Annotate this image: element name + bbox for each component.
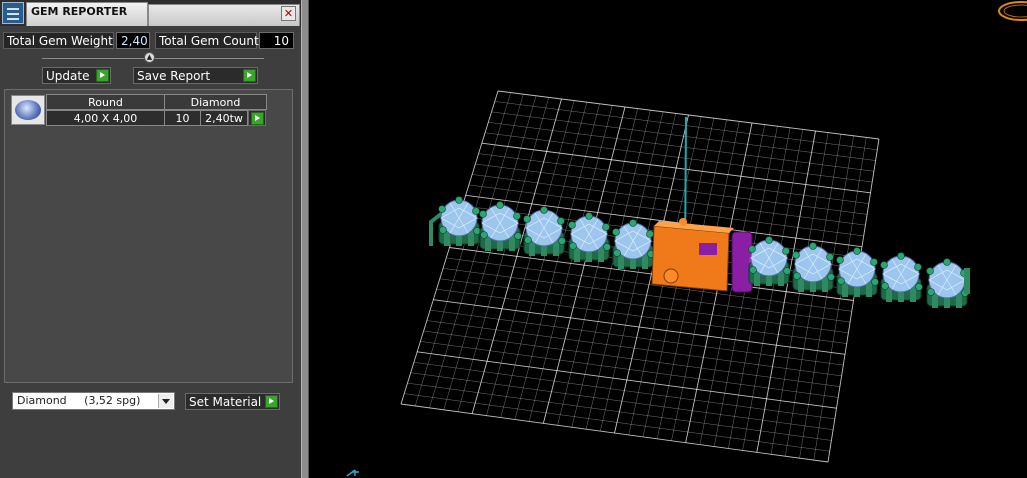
gem-count-cell: 10: [164, 110, 201, 126]
prong-bead: [871, 278, 879, 286]
viewport-scene: [346, 1, 1027, 477]
prong-bead: [557, 217, 565, 225]
prong-bead: [473, 227, 481, 235]
prong-bead: [827, 273, 835, 281]
prong-bead: [603, 243, 611, 251]
clasp-button: [699, 243, 717, 255]
prong-bead: [792, 251, 800, 259]
prong-bead: [826, 253, 834, 261]
prong-bead: [837, 277, 845, 285]
green-play-icon: [243, 69, 256, 82]
prong-bead: [455, 196, 463, 204]
prong-bead: [836, 256, 844, 264]
gem-reporter-panel: GEM REPORTER ✕ Total Gem Weight 2,40 Tot…: [0, 0, 301, 478]
total-gem-weight-value: 2,40: [116, 32, 150, 49]
prong-bead: [783, 267, 791, 275]
prong-bead: [943, 258, 951, 266]
prong-bead: [612, 228, 620, 236]
clasp-pin: [679, 218, 687, 226]
prong-bead: [479, 210, 487, 218]
prong-bead: [540, 206, 548, 214]
window-title: GEM REPORTER: [31, 5, 128, 18]
title-tab: GEM REPORTER: [26, 2, 148, 26]
save-report-button-label: Save Report: [137, 69, 211, 83]
gem-size-cell: 4,00 X 4,00: [46, 110, 165, 126]
axis-gizmo-icon: [346, 469, 359, 477]
title-bar-filler: [148, 4, 300, 26]
prong-bead: [613, 249, 621, 257]
prong-bead: [897, 252, 905, 260]
prong-bead: [782, 247, 790, 255]
total-gem-count-label: Total Gem Count: [155, 32, 259, 49]
prong-bead: [765, 236, 773, 244]
gem-row-select-button[interactable]: [248, 110, 266, 126]
gem-reporter-app-icon: [2, 2, 24, 24]
green-play-icon: [251, 112, 264, 125]
material-select[interactable]: Diamond (3,52 spg): [12, 392, 175, 410]
prong-bead: [524, 236, 532, 244]
material-select-value: Diamond (3,52 spg): [17, 394, 141, 407]
prong-bead: [523, 215, 531, 223]
gem-shape-header: Round: [46, 94, 165, 110]
close-icon[interactable]: ✕: [281, 6, 296, 21]
clasp-box: [651, 225, 730, 292]
prong-bead: [809, 242, 817, 250]
update-button-label: Update: [46, 69, 90, 83]
3d-viewport[interactable]: [309, 0, 1027, 478]
total-gem-weight-label: Total Gem Weight: [3, 32, 114, 49]
prong-bead: [646, 230, 654, 238]
grid-line: [813, 137, 867, 461]
clasp-pin: [663, 268, 679, 284]
prong-bead: [480, 231, 488, 239]
total-gem-count-value: 10: [259, 32, 294, 49]
panel-splitter[interactable]: [301, 0, 309, 478]
prong-bead: [749, 266, 757, 274]
prong-bead: [602, 223, 610, 231]
gem-weight-cell: 2,40tw: [200, 110, 248, 126]
prong-bead: [569, 242, 577, 250]
prong-bead: [914, 263, 922, 271]
gem-list: [4, 89, 293, 383]
view-navigator-icon[interactable]: [998, 1, 1027, 21]
prong-bead: [793, 272, 801, 280]
prong-bead: [927, 288, 935, 296]
update-button[interactable]: Update: [42, 67, 111, 84]
prong-bead: [472, 207, 480, 215]
prong-bead: [585, 212, 593, 220]
prong-bead: [439, 226, 447, 234]
set-material-button-label: Set Material: [189, 395, 262, 409]
set-material-button[interactable]: Set Material: [185, 393, 280, 410]
chevron-down-icon: [158, 394, 173, 408]
prong-bead: [880, 261, 888, 269]
prong-bead: [881, 282, 889, 290]
collapse-icon[interactable]: ▲: [144, 52, 155, 63]
prong-bead: [513, 212, 521, 220]
prong-bead: [514, 232, 522, 240]
title-bar: GEM REPORTER ✕: [0, 0, 301, 26]
prong-bead: [629, 219, 637, 227]
prong-bead: [496, 201, 504, 209]
save-report-button[interactable]: Save Report: [133, 67, 258, 84]
prong-bead: [438, 205, 446, 213]
green-play-icon: [96, 69, 109, 82]
prong-bead: [915, 283, 923, 291]
gem-material-header: Diamond: [164, 94, 267, 110]
prong-bead: [558, 237, 566, 245]
end-hook: [964, 268, 970, 294]
grid-line: [827, 138, 880, 463]
green-play-icon: [265, 395, 278, 408]
prong-bead: [853, 247, 861, 255]
prong-bead: [926, 267, 934, 275]
prong-bead: [748, 245, 756, 253]
round-gem-icon[interactable]: [11, 95, 45, 125]
prong-bead: [568, 221, 576, 229]
prong-bead: [870, 258, 878, 266]
